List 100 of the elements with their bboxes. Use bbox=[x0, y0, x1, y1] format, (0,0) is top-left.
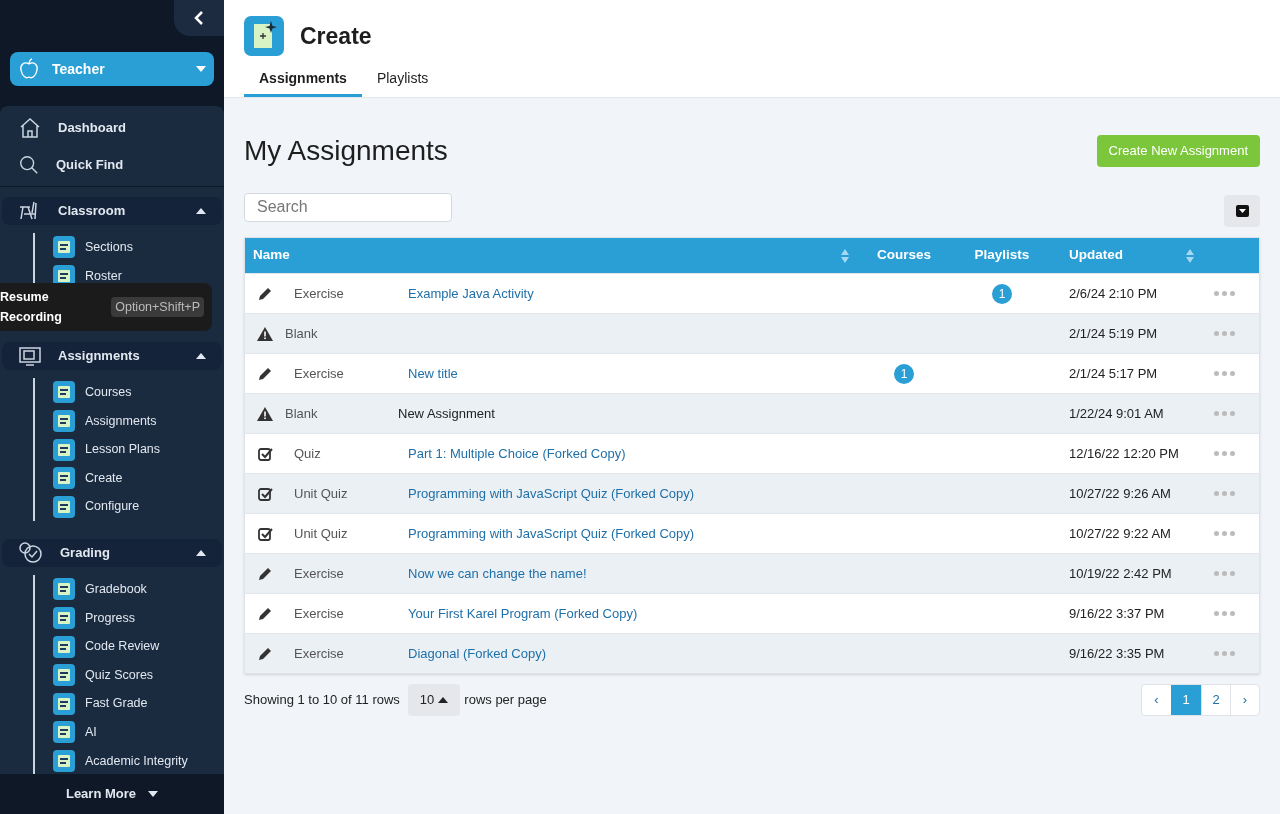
assignment-link[interactable]: Your First Karel Program (Forked Copy) bbox=[398, 603, 638, 624]
pencil-icon bbox=[258, 366, 272, 381]
sort-icon bbox=[1186, 248, 1194, 263]
home-icon bbox=[18, 115, 42, 140]
type-cell-text: Exercise bbox=[293, 604, 345, 623]
count-badge: 1 bbox=[992, 283, 1012, 304]
tab[interactable]: Assignments bbox=[244, 68, 362, 97]
create-icon bbox=[244, 16, 284, 56]
nav-link[interactable]: Lesson Plans bbox=[53, 435, 222, 464]
page-size-select[interactable]: 10 bbox=[407, 684, 461, 716]
more-options-button[interactable] bbox=[1214, 531, 1235, 536]
nav-link[interactable]: Code Review bbox=[53, 632, 222, 661]
more-options-button[interactable] bbox=[1214, 291, 1235, 296]
checked-box-icon bbox=[257, 526, 273, 541]
type-cell-text: Blank bbox=[285, 404, 319, 423]
app-tile-icon bbox=[53, 495, 75, 518]
nav-link[interactable]: Create bbox=[53, 463, 222, 493]
check-circle-icon bbox=[18, 541, 44, 566]
type-cell-text: Exercise bbox=[293, 564, 345, 583]
type-cell-text: Exercise bbox=[293, 364, 345, 383]
nav-link[interactable]: Assignments bbox=[53, 406, 222, 436]
nav-link[interactable]: Academic Integrity bbox=[53, 746, 222, 774]
search-field[interactable]: Search bbox=[244, 192, 452, 222]
chevron-left-icon bbox=[194, 11, 204, 25]
assignment-link[interactable]: Programming with JavaScript Quiz (Forked Copy) bbox=[398, 483, 695, 504]
rows-summary: Showing 1 to 10 of 11 rows bbox=[244, 691, 400, 710]
app-tile-icon bbox=[53, 664, 75, 687]
assignment-link[interactable]: Diagonal (Forked Copy) bbox=[398, 643, 546, 664]
more-options-button[interactable] bbox=[1214, 611, 1235, 616]
app-tile-icon bbox=[53, 467, 75, 490]
checked-box-icon bbox=[257, 446, 273, 461]
app-tile-icon bbox=[53, 607, 75, 630]
app-tile-icon bbox=[53, 410, 75, 433]
nav-link[interactable]: Quick Find bbox=[0, 151, 224, 178]
nav-link[interactable]: Gradebook bbox=[53, 575, 222, 604]
tooltip-label: Resume Recording bbox=[0, 289, 63, 326]
more-options-button[interactable] bbox=[1214, 331, 1235, 336]
caret-icon bbox=[196, 353, 206, 360]
nav-link[interactable]: Fast Grade bbox=[53, 689, 222, 719]
updated-cell-text: 2/1/24 5:17 PM bbox=[1068, 364, 1159, 383]
section-header[interactable]: Assignments bbox=[2, 342, 222, 371]
type-cell-text: Quiz bbox=[293, 444, 322, 463]
more-options-button[interactable] bbox=[1214, 451, 1235, 456]
caret-box-icon bbox=[1235, 205, 1249, 217]
updated-cell-text: 10/27/22 9:26 AM bbox=[1068, 484, 1172, 503]
nav-link[interactable]: Dashboard bbox=[0, 114, 224, 141]
caret-icon bbox=[438, 697, 449, 703]
caret-icon bbox=[148, 791, 159, 797]
page-heading: Create bbox=[300, 21, 372, 51]
pagination-button[interactable]: 2 bbox=[1201, 685, 1230, 715]
more-options-button[interactable] bbox=[1214, 371, 1235, 376]
pencil-icon bbox=[258, 286, 272, 301]
more-options-button[interactable] bbox=[1214, 571, 1235, 576]
app-tile-icon bbox=[53, 692, 75, 715]
assignment-link[interactable]: Programming with JavaScript Quiz (Forked Copy) bbox=[398, 523, 695, 544]
app-tile-icon bbox=[53, 381, 75, 404]
app-tile-icon bbox=[53, 578, 75, 601]
nav-link[interactable]: AI bbox=[53, 718, 222, 747]
assignment-link[interactable]: Now we can change the name! bbox=[398, 563, 587, 584]
nav-link[interactable]: Progress bbox=[53, 603, 222, 633]
collapse-button[interactable] bbox=[174, 0, 224, 36]
nav-link[interactable]: Quiz Scores bbox=[53, 660, 222, 690]
more-options-button[interactable] bbox=[1214, 651, 1235, 656]
caret-icon bbox=[196, 208, 206, 214]
assignment-link[interactable]: Example Java Activity bbox=[398, 283, 534, 304]
pagination-button[interactable]: › bbox=[1230, 685, 1259, 715]
nav-link[interactable]: Courses bbox=[53, 378, 222, 407]
updated-cell-text: 9/16/22 3:35 PM bbox=[1068, 644, 1166, 663]
app-tile-icon bbox=[53, 438, 75, 461]
updated-cell-text: 2/6/24 2:10 PM bbox=[1068, 284, 1159, 303]
section-header[interactable]: Grading bbox=[2, 539, 222, 568]
pagination-button[interactable]: ‹ bbox=[1142, 685, 1171, 715]
section-title: My Assignments bbox=[244, 134, 448, 168]
app-tile-icon bbox=[53, 750, 75, 772]
more-options-button[interactable] bbox=[1214, 411, 1235, 416]
app-tile-icon bbox=[53, 721, 75, 744]
monitor-icon bbox=[18, 344, 42, 369]
caret-icon bbox=[196, 66, 206, 72]
type-cell-text: Exercise bbox=[293, 284, 345, 303]
nav-link[interactable]: Sections bbox=[53, 233, 222, 262]
column-header: Courses bbox=[876, 246, 932, 265]
sort-icon bbox=[841, 248, 849, 263]
caret-icon bbox=[196, 550, 206, 557]
pencil-icon bbox=[258, 646, 272, 661]
shortcut-key: Option+Shift+P bbox=[111, 296, 204, 318]
assignment-link[interactable]: Part 1: Multiple Choice (Forked Copy) bbox=[398, 443, 626, 464]
section-header[interactable]: Classroom bbox=[2, 197, 222, 225]
pencil-icon bbox=[258, 606, 272, 621]
tab[interactable]: Playlists bbox=[361, 68, 444, 97]
updated-cell-text: 2/1/24 5:19 PM bbox=[1068, 324, 1159, 343]
updated-cell-text: 12/16/22 12:20 PM bbox=[1068, 444, 1180, 463]
dropdown-toggle[interactable] bbox=[1224, 195, 1260, 227]
type-cell-text: Exercise bbox=[293, 644, 345, 663]
type-cell-text: Unit Quiz bbox=[293, 524, 349, 543]
column-header: Playlists bbox=[973, 246, 1031, 265]
more-options-button[interactable] bbox=[1214, 491, 1235, 496]
apple-icon bbox=[18, 58, 40, 80]
assignment-link[interactable]: New title bbox=[398, 363, 458, 384]
warning-icon bbox=[257, 406, 273, 421]
nav-link[interactable]: Configure bbox=[53, 492, 222, 522]
